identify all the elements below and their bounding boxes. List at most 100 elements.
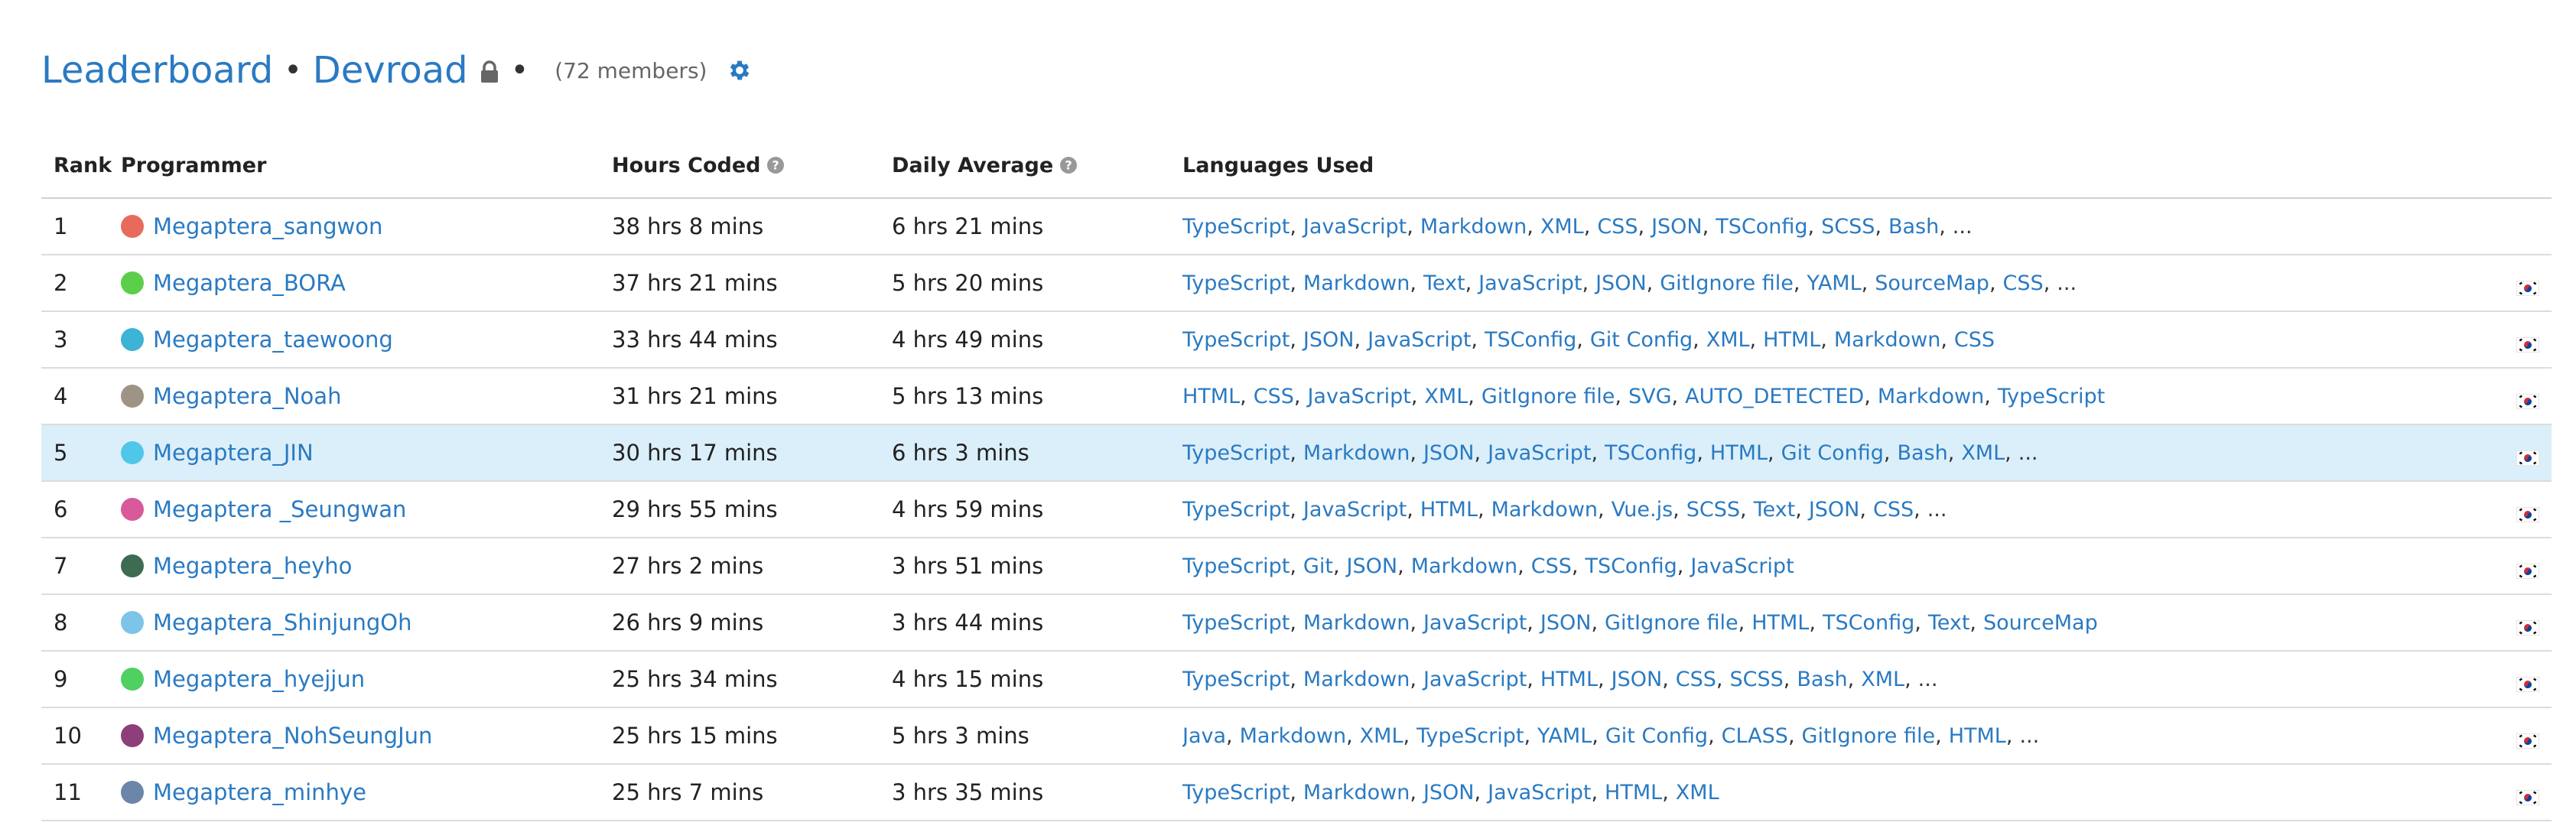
language-link[interactable]: Markdown: [1240, 724, 1346, 748]
language-link[interactable]: XML: [1360, 724, 1403, 748]
language-link[interactable]: Text: [1754, 498, 1796, 522]
language-link[interactable]: HTML: [1182, 385, 1240, 408]
language-link[interactable]: HTML: [1763, 328, 1820, 352]
language-link[interactable]: Git Config: [1781, 441, 1884, 465]
language-link[interactable]: HTML: [1710, 441, 1768, 465]
language-link[interactable]: CSS: [1676, 668, 1716, 691]
language-link[interactable]: HTML: [1751, 611, 1809, 635]
language-link[interactable]: Markdown: [1303, 781, 1410, 805]
language-link[interactable]: GitIgnore file: [1802, 724, 1936, 748]
language-link[interactable]: JSON: [1423, 441, 1475, 465]
language-link[interactable]: TypeScript: [1416, 724, 1524, 748]
language-link[interactable]: XML: [1540, 215, 1584, 239]
language-link[interactable]: JSON: [1540, 611, 1592, 635]
programmer-link[interactable]: Megaptera_BORA: [153, 270, 346, 296]
language-link[interactable]: TypeScript: [1998, 385, 2105, 408]
language-link[interactable]: HTML: [1949, 724, 2006, 748]
language-link[interactable]: JavaScript: [1488, 441, 1591, 465]
language-link[interactable]: TSConfig: [1823, 611, 1914, 635]
language-link[interactable]: YAML: [1537, 724, 1592, 748]
language-link[interactable]: JavaScript: [1423, 611, 1527, 635]
language-link[interactable]: GitIgnore file: [1605, 611, 1738, 635]
programmer-link[interactable]: Megaptera _Seungwan: [153, 496, 406, 522]
language-link[interactable]: HTML: [1605, 781, 1662, 805]
leaderboard-link[interactable]: Leaderboard: [41, 49, 273, 92]
language-link[interactable]: Git Config: [1590, 328, 1693, 352]
language-link[interactable]: HTML: [1420, 498, 1478, 522]
language-link[interactable]: YAML: [1807, 271, 1861, 295]
programmer-link[interactable]: Megaptera_Noah: [153, 383, 341, 409]
language-link[interactable]: JavaScript: [1303, 498, 1407, 522]
language-link[interactable]: JavaScript: [1478, 271, 1582, 295]
language-link[interactable]: JSON: [1595, 271, 1647, 295]
language-link[interactable]: TypeScript: [1182, 554, 1290, 578]
language-link[interactable]: Bash: [1797, 668, 1847, 691]
language-link[interactable]: Markdown: [1420, 215, 1527, 239]
language-link[interactable]: TypeScript: [1182, 668, 1290, 691]
language-link[interactable]: JSON: [1303, 328, 1355, 352]
language-link[interactable]: JSON: [1423, 781, 1475, 805]
language-link[interactable]: CSS: [1954, 328, 1995, 352]
language-link[interactable]: Markdown: [1878, 385, 1984, 408]
question-circle-icon[interactable]: ?: [766, 156, 785, 174]
language-link[interactable]: JavaScript: [1690, 554, 1794, 578]
programmer-link[interactable]: Megaptera_hyejjun: [153, 666, 365, 692]
language-link[interactable]: SCSS: [1686, 498, 1740, 522]
language-link[interactable]: JavaScript: [1368, 328, 1471, 352]
language-link[interactable]: TypeScript: [1182, 271, 1290, 295]
language-link[interactable]: GitIgnore file: [1482, 385, 1615, 408]
language-link[interactable]: TypeScript: [1182, 215, 1290, 239]
language-link[interactable]: CSS: [1254, 385, 1294, 408]
language-link[interactable]: SourceMap: [1875, 271, 1989, 295]
language-link[interactable]: SCSS: [1730, 668, 1784, 691]
language-link[interactable]: TypeScript: [1182, 611, 1290, 635]
language-link[interactable]: JavaScript: [1488, 781, 1591, 805]
language-link[interactable]: Markdown: [1303, 611, 1410, 635]
programmer-link[interactable]: Megaptera_NohSeungJun: [153, 723, 432, 749]
language-link[interactable]: Vue.js: [1612, 498, 1673, 522]
team-link[interactable]: Devroad: [313, 49, 468, 92]
language-link[interactable]: XML: [1861, 668, 1904, 691]
language-link[interactable]: TSConfig: [1605, 441, 1696, 465]
language-link[interactable]: JSON: [1347, 554, 1398, 578]
language-link[interactable]: JSON: [1612, 668, 1663, 691]
programmer-link[interactable]: Megaptera_sangwon: [153, 213, 382, 239]
language-link[interactable]: Text: [1423, 271, 1465, 295]
language-link[interactable]: Bash: [1897, 441, 1947, 465]
language-link[interactable]: JSON: [1651, 215, 1703, 239]
language-link[interactable]: Markdown: [1303, 441, 1410, 465]
language-link[interactable]: TSConfig: [1485, 328, 1576, 352]
language-link[interactable]: Markdown: [1303, 271, 1410, 295]
language-link[interactable]: CSS: [1531, 554, 1572, 578]
question-circle-icon[interactable]: ?: [1059, 156, 1078, 174]
language-link[interactable]: JavaScript: [1307, 385, 1410, 408]
language-link[interactable]: SVG: [1628, 385, 1672, 408]
language-link[interactable]: JavaScript: [1423, 668, 1527, 691]
programmer-link[interactable]: Megaptera_ShinjungOh: [153, 610, 412, 636]
language-link[interactable]: Git: [1303, 554, 1333, 578]
language-link[interactable]: CSS: [2003, 271, 2044, 295]
language-link[interactable]: CSS: [1597, 215, 1638, 239]
language-link[interactable]: TSConfig: [1716, 215, 1807, 239]
programmer-link[interactable]: Megaptera_heyho: [153, 553, 352, 579]
language-link[interactable]: TypeScript: [1182, 498, 1290, 522]
language-link[interactable]: Markdown: [1834, 328, 1940, 352]
language-link[interactable]: XML: [1424, 385, 1468, 408]
language-link[interactable]: JavaScript: [1303, 215, 1407, 239]
language-link[interactable]: CSS: [1873, 498, 1914, 522]
language-link[interactable]: TypeScript: [1182, 328, 1290, 352]
programmer-link[interactable]: Megaptera_taewoong: [153, 327, 393, 353]
language-link[interactable]: SourceMap: [1983, 611, 2098, 635]
language-link[interactable]: TypeScript: [1182, 441, 1290, 465]
language-link[interactable]: TypeScript: [1182, 781, 1290, 805]
language-link[interactable]: Bash: [1888, 215, 1939, 239]
language-link[interactable]: SCSS: [1821, 215, 1875, 239]
language-link[interactable]: Markdown: [1411, 554, 1517, 578]
language-link[interactable]: Java: [1182, 724, 1226, 748]
language-link[interactable]: Text: [1928, 611, 1970, 635]
language-link[interactable]: CLASS: [1722, 724, 1788, 748]
language-link[interactable]: TSConfig: [1585, 554, 1677, 578]
language-link[interactable]: GitIgnore file: [1660, 271, 1794, 295]
language-link[interactable]: XML: [1706, 328, 1750, 352]
language-link[interactable]: AUTO_DETECTED: [1685, 385, 1864, 408]
